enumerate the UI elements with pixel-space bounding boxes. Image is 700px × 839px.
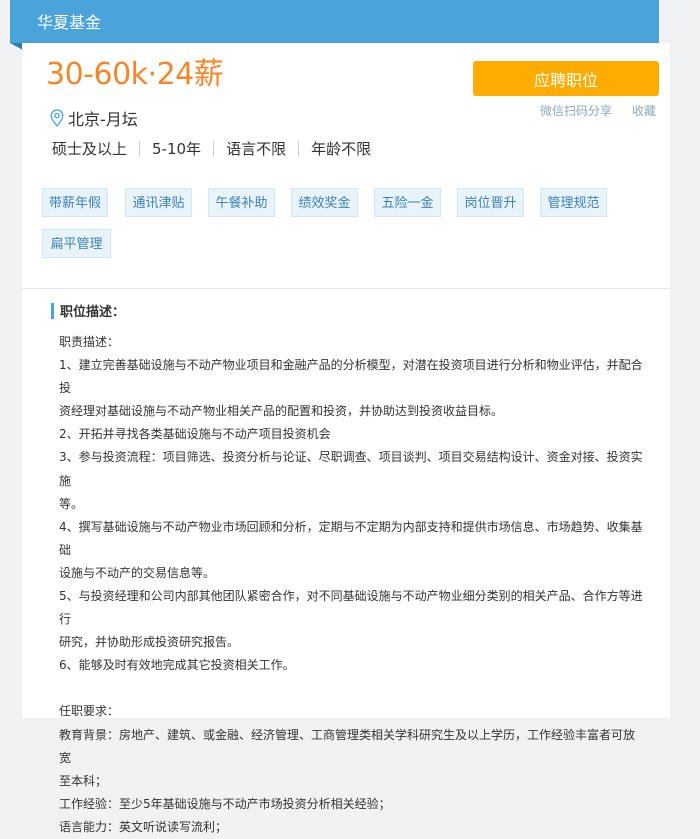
location-text: 北京-月坛 [68, 110, 138, 129]
divider [213, 141, 215, 157]
description-line: 至本科； [59, 773, 108, 788]
description-line: 4、撰写基础设施与不动产物业市场回顾和分析，定期与不定期为内部支持和提供市场信息… [59, 519, 643, 557]
section-divider [22, 288, 670, 289]
description-line: 2、开拓并寻找各类基础设施与不动产项目投资机会 [59, 427, 331, 442]
benefit-tag: 扁平管理 [42, 229, 111, 258]
requirement-language: 语言不限 [226, 140, 287, 158]
description-line: 任职要求： [59, 704, 120, 719]
description-line: 教育背景：房地产、建筑、或金融、经济管理、工商管理类相关学科研究生及以上学历，工… [59, 727, 636, 765]
salary: 30-60k·24薪 [46, 57, 224, 92]
collect-link[interactable]: 收藏 [632, 103, 656, 119]
description-line: 研究，并协助形成投资研究报告。 [59, 635, 240, 650]
company-header: 华夏基金 [10, 0, 659, 43]
description-heading: 职位描述： [51, 301, 125, 320]
apply-button[interactable]: 应聘职位 [473, 61, 659, 96]
job-location: 北京-月坛 [50, 107, 138, 129]
divider [298, 141, 300, 157]
description-line: 语言能力：英文听说读写流利； [59, 819, 228, 834]
heading-accent-bar [51, 302, 54, 319]
benefit-tag: 通讯津贴 [125, 188, 192, 217]
benefit-tag: 岗位晋升 [457, 188, 524, 217]
description-title: 职位描述： [60, 305, 126, 320]
map-pin-icon [50, 109, 64, 127]
description-line: 设施与不动产的交易信息等。 [59, 565, 216, 580]
description-line: 1、建立完善基础设施与不动产物业项目和金融产品的分析模型，对潜在投资项目进行分析… [59, 358, 643, 396]
company-name[interactable]: 华夏基金 [37, 13, 101, 33]
description-line: 职责描述： [59, 335, 120, 349]
requirement-experience: 5-10年 [152, 140, 202, 158]
job-card: 30-60k·24薪 北京-月坛 硕士及以上 5-10年 语言不限 年龄不限 应… [22, 43, 670, 834]
benefit-tag: 绩效奖金 [291, 188, 358, 217]
job-requirements: 硕士及以上 5-10年 语言不限 年龄不限 [52, 139, 371, 159]
requirement-age: 年龄不限 [311, 140, 372, 158]
benefit-tag: 带薪年假 [42, 188, 108, 217]
description-line: 6、能够及时有效地完成其它投资相关工作。 [59, 658, 295, 673]
requirement-education: 硕士及以上 [52, 140, 128, 158]
benefit-tag: 午餐补助 [208, 188, 275, 217]
description-line: 等。 [59, 496, 84, 511]
job-description: 职责描述： 1、建立完善基础设施与不动产物业项目和金融产品的分析模型，对潜在投资… [59, 331, 644, 839]
wechat-share-link[interactable]: 微信扫码分享 [540, 103, 612, 119]
benefit-tag: 五险一金 [374, 188, 441, 217]
description-line: 工作经验：至少5年基础设施与不动产市场投资分析相关经验； [59, 796, 391, 811]
description-line: 3、参与投资流程：项目筛选、投资分析与论证、尽职调查、项目谈判、项目交易结构设计… [59, 450, 643, 488]
benefit-tag: 管理规范 [540, 188, 607, 217]
divider [139, 141, 141, 157]
description-line: 5、与投资经理和公司内部其他团队紧密合作，对不同基础设施与不动产物业细分类别的相… [59, 589, 643, 627]
description-line: 资经理对基础设施与不动产物业相关产品的配置和投资，并协助达到投资收益目标。 [59, 404, 504, 419]
